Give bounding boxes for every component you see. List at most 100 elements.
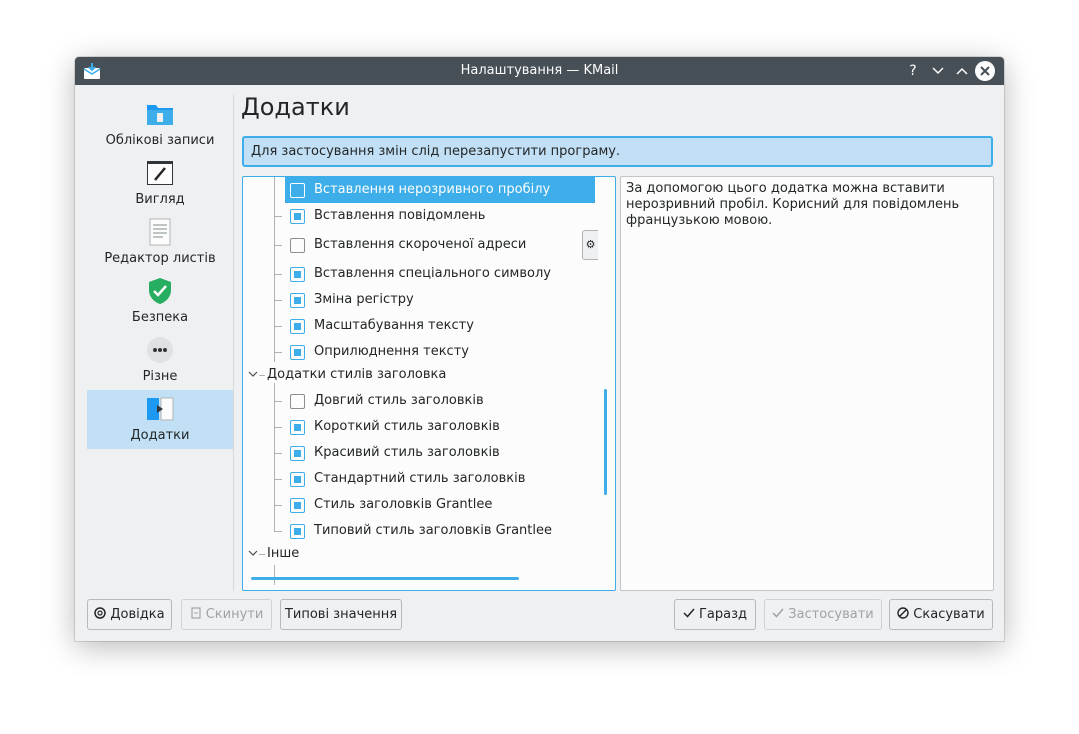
tree-branch-line — [259, 375, 265, 376]
tree-branch-line — [274, 505, 282, 506]
plugin-checkbox[interactable] — [290, 446, 305, 461]
tree-row[interactable]: Вставлення спеціального символу — [274, 261, 615, 287]
divider — [233, 95, 234, 591]
sidebar: Облікові записи Вигляд Редактор листів Б… — [87, 95, 233, 451]
shield-icon — [149, 278, 171, 304]
tree-row[interactable]: Вставлення скороченої адреси — [274, 232, 615, 258]
plugin-checkbox[interactable] — [290, 420, 305, 435]
plugin-label: Короткий стиль заголовків — [314, 419, 500, 434]
tree-row[interactable]: Зміна регістру — [274, 287, 615, 313]
minimize-icon[interactable] — [928, 61, 948, 81]
tree-branch-line — [274, 177, 275, 362]
window-title: Налаштування — KMail — [460, 63, 619, 78]
plugin-checkbox[interactable] — [290, 238, 305, 253]
plugin-settings-button[interactable]: ⚙ — [582, 230, 598, 260]
tree-branch-line — [274, 245, 282, 246]
plugin-checkbox[interactable] — [290, 293, 305, 308]
tree-branch-line — [274, 479, 282, 480]
vertical-scrollbar[interactable] — [604, 389, 607, 495]
plugin-label: Вставлення нерозривного пробілу — [314, 182, 551, 197]
titlebar: Налаштування — KMail ? — [75, 57, 1004, 85]
plugin-checkbox[interactable] — [290, 183, 305, 198]
tree-row[interactable]: Довгий стиль заголовків — [274, 388, 615, 414]
plugin-checkbox[interactable] — [290, 498, 305, 513]
page-title: Додатки — [241, 93, 350, 121]
plugin-label: Красивий стиль заголовків — [314, 445, 500, 460]
tree-branch-line — [274, 531, 282, 532]
cancel-button[interactable]: Скасувати — [889, 599, 993, 630]
tree-row[interactable]: Масштабування тексту — [274, 313, 615, 339]
plugin-label: Типовий стиль заголовків Grantlee — [314, 523, 552, 538]
plugin-checkbox[interactable] — [290, 394, 305, 409]
defaults-button-label: Типові значення — [284, 607, 398, 622]
help-button-label: Довідка — [110, 607, 165, 622]
tree-row[interactable]: Красивий стиль заголовків — [274, 440, 615, 466]
tree-row[interactable]: Типовий стиль заголовків Grantlee — [274, 518, 615, 544]
tree-branch-line — [274, 352, 282, 353]
plugins-icon — [147, 397, 174, 421]
close-icon[interactable] — [975, 61, 995, 81]
plugin-label: Масштабування тексту — [314, 318, 474, 333]
help-button[interactable]: Довідка — [87, 599, 172, 630]
plugin-checkbox[interactable] — [290, 345, 305, 360]
chevron-down-icon[interactable] — [248, 368, 258, 381]
plugin-checkbox[interactable] — [290, 524, 305, 539]
more-icon — [147, 337, 173, 363]
plugin-label: Вставлення скороченої адреси — [314, 237, 527, 252]
tree-row[interactable]: Стандартний стиль заголовків — [274, 466, 615, 492]
tree-row[interactable]: Вставлення нерозривного пробілу — [285, 177, 595, 203]
sidebar-item-label: Безпека — [131, 310, 189, 325]
appearance-icon — [147, 161, 173, 185]
plugin-checkbox[interactable] — [290, 472, 305, 487]
plugin-label: Зміна регістру — [314, 292, 414, 307]
ok-button-label: Гаразд — [698, 607, 747, 622]
plugin-label: Стиль заголовків Grantlee — [314, 497, 493, 512]
sidebar-item-label: Додатки — [130, 428, 190, 443]
cancel-icon — [897, 600, 909, 629]
reset-icon — [190, 600, 202, 629]
maximize-icon[interactable] — [952, 61, 972, 81]
sidebar-item-label: Вигляд — [135, 192, 185, 207]
plugin-checkbox[interactable] — [290, 319, 305, 334]
plugin-label: Оприлюднення тексту — [314, 344, 469, 359]
tree-branch-line — [274, 453, 282, 454]
tree-branch-line — [274, 216, 282, 217]
plugin-label: Довгий стиль заголовків — [314, 393, 484, 408]
lifebuoy-icon — [94, 600, 107, 629]
check-icon — [772, 600, 784, 629]
tree-row[interactable]: Оприлюднення тексту — [274, 339, 615, 365]
tree-branch-line — [259, 554, 265, 555]
plugin-label: Вставлення спеціального символу — [314, 266, 551, 281]
folder-icon — [147, 105, 173, 125]
sidebar-item-label: Облікові записи — [105, 133, 215, 148]
tree-row[interactable]: Короткий стиль заголовків — [274, 414, 615, 440]
sidebar-item-security[interactable]: Безпека — [87, 272, 233, 331]
tree-branch-line — [274, 383, 275, 531]
settings-dialog: Налаштування — KMail ? Облікові записи В… — [75, 57, 1004, 641]
reset-button-label: Скинути — [205, 607, 264, 622]
reset-button[interactable]: Скинути — [181, 599, 272, 630]
sidebar-item-plugins[interactable]: Додатки — [87, 390, 233, 449]
cancel-button-label: Скасувати — [913, 607, 985, 622]
apply-button[interactable]: Застосувати — [764, 599, 882, 630]
plugin-checkbox[interactable] — [290, 209, 305, 224]
sidebar-item-misc[interactable]: Різне — [87, 331, 233, 390]
ok-button[interactable]: Гаразд — [674, 599, 756, 630]
chevron-down-icon[interactable] — [248, 547, 258, 560]
check-icon — [683, 600, 695, 629]
horizontal-scrollbar[interactable] — [251, 577, 519, 580]
plugin-checkbox[interactable] — [290, 267, 305, 282]
help-icon[interactable]: ? — [903, 61, 923, 81]
plugin-label: Стандартний стиль заголовків — [314, 471, 526, 486]
sidebar-item-appearance[interactable]: Вигляд — [87, 154, 233, 213]
sidebar-item-composer[interactable]: Редактор листів — [87, 213, 233, 272]
tree-branch-line — [274, 300, 282, 301]
defaults-button[interactable]: Типові значення — [280, 599, 402, 630]
tree-row[interactable]: Стиль заголовків Grantlee — [274, 492, 615, 518]
sidebar-item-label: Редактор листів — [104, 251, 216, 266]
tree-row[interactable]: Вставлення повідомлень — [274, 203, 615, 229]
plugins-tree[interactable]: Вставлення нерозривного пробілу Вставлен… — [242, 176, 616, 591]
tree-branch-line — [274, 427, 282, 428]
apply-button-label: Застосувати — [788, 607, 874, 622]
sidebar-item-accounts[interactable]: Облікові записи — [87, 95, 233, 154]
